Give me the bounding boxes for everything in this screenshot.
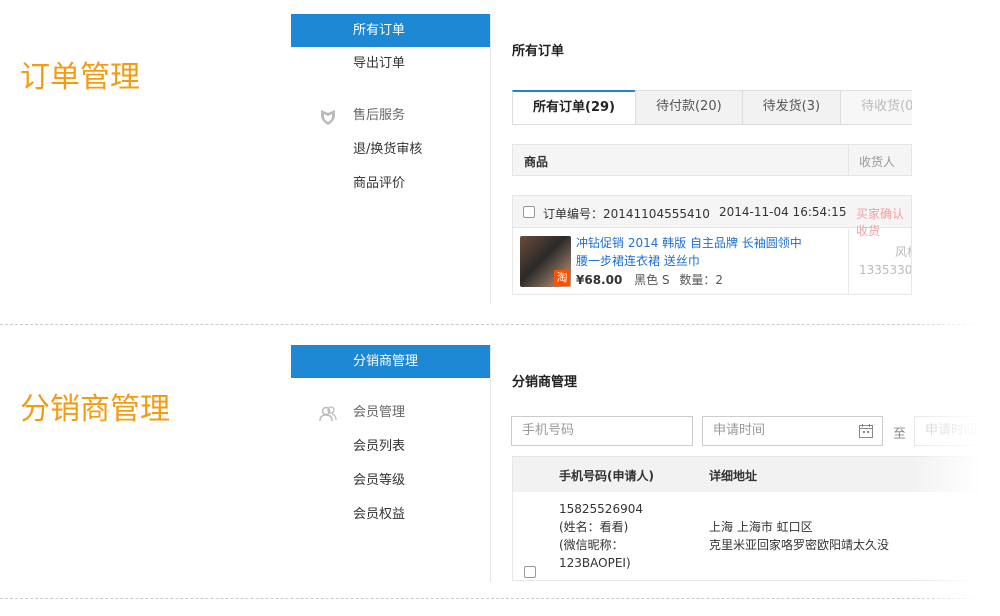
sidebar-item-member-list[interactable]: 会员列表 [291, 430, 491, 464]
row-checkbox[interactable] [524, 566, 536, 578]
product-price: ¥68.00 [576, 273, 623, 287]
page-title: 分销商管理 [512, 375, 578, 390]
tab-pending-receipt[interactable]: 待收货(0) [840, 90, 912, 124]
order-section-title: 订单管理 [20, 60, 140, 95]
users-icon [319, 406, 337, 422]
sidebar-group-members[interactable]: 会员管理 [291, 396, 491, 430]
receiver-phone: 13353309 [859, 263, 912, 277]
order-table-header: 商品 收货人 [512, 144, 912, 176]
applicant-phone: 15825526904 [559, 502, 643, 516]
product-qty: 数量：2 [679, 273, 724, 287]
order-number: 订单编号：20141104555410 [543, 207, 710, 221]
sidebar-item-member-rights[interactable]: 会员权益 [291, 498, 491, 532]
applicant-name: (姓名：看看) [559, 520, 629, 534]
sidebar-group-label: 会员管理 [353, 405, 406, 420]
column-receiver: 收货人 [859, 155, 896, 169]
apply-time-end-input[interactable]: 申请时间 [914, 416, 994, 446]
tab-all-orders[interactable]: 所有订单(29) [512, 90, 636, 124]
applicant-wechat-value: 123BAOPEI) [559, 556, 631, 570]
column-separator [848, 145, 849, 175]
sidebar-item-distributor[interactable]: 分销商管理 [291, 345, 490, 378]
address-line-2: 克里米亚回家咯罗密欧阳靖太久没 [709, 538, 890, 552]
taobao-icon: 淘 [554, 270, 570, 286]
apply-time-placeholder: 申请时间 [713, 423, 766, 438]
order-tabs: 所有订单(29) 待付款(20) 待发货(3) 待收货(0) [512, 90, 912, 125]
phone-search-input[interactable]: 手机号码 [511, 416, 693, 446]
sidebar-item-product-review[interactable]: 商品评价 [291, 167, 491, 201]
product-spec: 黑色 S [634, 273, 670, 287]
tab-pending-shipment[interactable]: 待发货(3) [741, 90, 842, 124]
distributor-table: 手机号码(申请人) 详细地址 15825526904 (姓名：看看) (微信昵称… [512, 456, 978, 581]
receiver-info: 风格 13353309 [859, 243, 912, 279]
order-card: 订单编号：20141104555410 2014-11-04 16:54:15 … [512, 195, 912, 295]
column-separator [848, 229, 849, 294]
apply-time-start-input[interactable]: 申请时间 [702, 416, 883, 446]
order-checkbox[interactable] [523, 206, 535, 218]
shield-icon [321, 110, 335, 125]
column-address: 详细地址 [709, 469, 758, 483]
calendar-icon[interactable] [858, 423, 874, 439]
applicant-address: 上海 上海市 虹口区 克里米亚回家咯罗密欧阳靖太久没 [709, 518, 889, 554]
product-thumbnail[interactable]: 淘 [520, 236, 571, 287]
table-header: 手机号码(申请人) 详细地址 [513, 457, 977, 492]
dist-section-title: 分销商管理 [20, 392, 170, 427]
divider [490, 345, 491, 582]
order-time: 2014-11-04 16:54:15 [719, 205, 847, 219]
order-status: 买家确认收货 [856, 207, 905, 238]
receiver-name: 风格 [895, 245, 911, 259]
sidebar-group-label: 售后服务 [353, 108, 406, 123]
section-divider [0, 324, 1000, 325]
applicant-info: 15825526904 (姓名：看看) (微信昵称： 123BAOPEI) [559, 500, 643, 572]
address-line-1: 上海 上海市 虹口区 [709, 520, 813, 534]
sidebar-item-all-orders[interactable]: 所有订单 [291, 14, 491, 47]
sidebar-item-return-review[interactable]: 退/换货审核 [291, 133, 491, 167]
column-product: 商品 [524, 155, 549, 169]
dist-sidebar: 分销商管理 会员管理 会员列表 会员等级 会员权益 [291, 345, 491, 532]
to-label: 至 [893, 427, 907, 442]
column-phone: 手机号码(申请人) [559, 469, 654, 483]
order-sidebar: 所有订单 导出订单 售后服务 退/换货审核 商品评价 [291, 14, 491, 201]
tab-pending-payment[interactable]: 待付款(20) [634, 90, 743, 124]
product-name-link[interactable]: 冲钻促销 2014 韩版 自主品牌 长袖圆领中腰一步裙连衣裙 送丝巾 [576, 234, 806, 270]
applicant-wechat-label: (微信昵称： [559, 538, 624, 552]
divider [490, 14, 491, 304]
product-meta: ¥68.00 黑色 S 数量：2 [576, 271, 723, 288]
sidebar-group-after-sales[interactable]: 售后服务 [291, 99, 491, 133]
sidebar-item-export-orders[interactable]: 导出订单 [291, 47, 491, 81]
order-info-bar: 订单编号：20141104555410 2014-11-04 16:54:15 … [513, 196, 911, 238]
sidebar-item-member-level[interactable]: 会员等级 [291, 464, 491, 498]
page-title: 所有订单 [512, 44, 565, 59]
section-divider [0, 598, 1000, 599]
